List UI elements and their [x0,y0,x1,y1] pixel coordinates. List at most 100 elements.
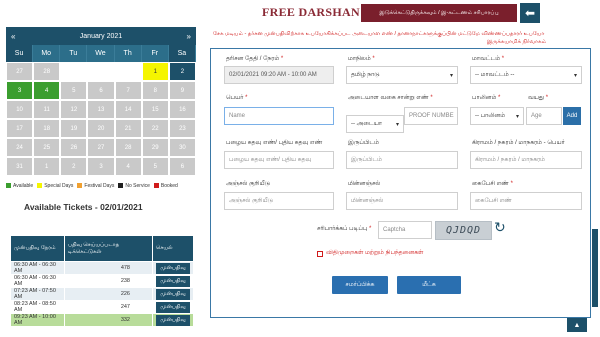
weekday-header: We [87,45,115,62]
calendar-day[interactable]: 15 [141,100,169,119]
calendar-day[interactable]: 1 [141,62,169,81]
calendar-day[interactable]: 4 [114,157,142,176]
terms-label[interactable]: விதிமுறைகள் மற்றும் நிபந்தனைகள் [326,250,423,257]
door-number-label: பழைய கதவு எண்/ புதிய கதவு எண் [226,140,323,146]
calendar-day[interactable]: 9 [168,81,196,100]
calendar-day[interactable]: 27 [6,62,34,81]
calendar-day[interactable]: 30 [168,138,196,157]
calendar-day[interactable]: 13 [87,100,115,119]
mobile-input[interactable]: கைபேசி எண் [470,192,582,210]
add-person-button[interactable]: Add [563,107,581,125]
calendar-day[interactable]: 5 [60,81,88,100]
calendar-day[interactable]: 17 [6,119,34,138]
state-label: மாநிலம் * [348,56,375,62]
captcha-input[interactable]: Captcha [378,221,432,239]
district-select[interactable]: -- மாவட்டம் -- ▾ [470,66,582,84]
calendar-empty-cell [87,62,115,81]
chevron-down-icon: ▾ [515,113,519,120]
calendar-day[interactable]: 5 [141,157,169,176]
notice-line-2: இருக்கயாமிக் நிர்வாகம் [486,39,546,45]
side-tab[interactable] [592,229,598,307]
calendar-next-button[interactable]: » [187,32,191,41]
calendar-day[interactable]: 16 [168,100,196,119]
check-booking-button[interactable]: இடுக்கெட்டுதிருக்கவும் / இ-கட்டணம் சரிபா… [361,4,517,22]
calendar-prev-button[interactable]: « [11,32,15,41]
calendar-day[interactable]: 20 [87,119,115,138]
address-input[interactable]: இருப்பிடம் [346,151,458,169]
calendar-day[interactable]: 28 [33,62,61,81]
calendar-day[interactable]: 1 [33,157,61,176]
calendar-day[interactable]: 6 [87,81,115,100]
legend-label: Festival Days [84,183,115,189]
calendar-day[interactable]: 31 [6,157,34,176]
gender-select[interactable]: -- பாலினம் ▾ [470,107,524,125]
weekday-header: Sa [168,45,196,62]
pincode-input[interactable]: அஞ்சல் குறியீடு [224,192,334,210]
pincode-label: அஞ்சல் குறியீடு [226,181,271,187]
calendar-empty-cell [114,62,142,81]
slot-available-count: 226 [64,287,153,301]
village-input[interactable]: கிராமம் / நகரம் / மாநகரம் [470,151,582,169]
slot-time: 09:23 AM - 10:00 AM [10,313,65,327]
id-type-select[interactable]: -- அடையா ▾ [346,115,404,133]
calendar-day[interactable]: 6 [168,157,196,176]
calendar-day[interactable]: 21 [114,119,142,138]
calendar-day[interactable]: 24 [6,138,34,157]
terms-checkbox[interactable] [317,251,323,257]
weekday-header: Th [114,45,142,62]
calendar-day[interactable]: 19 [60,119,88,138]
slot-action-cell: முன்பதிவு [152,274,194,288]
email-input[interactable]: மின்னஞ்சல் [346,192,458,210]
table-row: 09:23 AM - 10:00 AM 332 முன்பதிவு [10,313,194,327]
calendar-day[interactable]: 29 [141,138,169,157]
calendar-day[interactable]: 3 [6,81,34,100]
book-slot-button[interactable]: முன்பதிவு [156,301,190,313]
reset-button[interactable]: மீட்க [397,276,461,294]
slot-action-cell: முன்பதிவு [152,300,194,314]
table-row: 06:30 AM - 06:30 AM 478 முன்பதிவு [10,261,194,275]
calendar-day[interactable]: 7 [114,81,142,100]
calendar-header: « January 2021 » [6,27,196,45]
state-select[interactable]: தமிழ் நாடு ▾ [346,66,458,84]
door-number-input[interactable]: பழைய கதவு எண்/ புதிய கதவு [224,151,334,169]
book-slot-button[interactable]: முன்பதிவு [156,288,190,300]
calendar-day[interactable]: 2 [60,157,88,176]
email-label: மின்னஞ்சல் [348,181,381,187]
gender-label: பாலினம் * [472,95,501,101]
calendar-day[interactable]: 23 [168,119,196,138]
calendar-day[interactable]: 18 [33,119,61,138]
calendar-grid: Su Mo Tu We Th Fr Sa 27 28 1 2 3 4 5 6 7 8 9 10 11 12 13 14 15 1… [6,45,196,176]
calendar-day[interactable]: 14 [114,100,142,119]
book-slot-button[interactable]: முன்பதிவு [156,314,190,326]
legend-item: Festival Days [77,183,114,189]
calendar-day[interactable]: 10 [6,100,34,119]
date-calendar: « January 2021 » Su Mo Tu We Th Fr Sa 27 28 1 2 3 4 5… [6,27,196,189]
calendar-day[interactable]: 28 [114,138,142,157]
calendar-day[interactable]: 27 [87,138,115,157]
notice-text: சேக மடியம் - தர்சன முன்பதிவிற்காக உபயோகி… [213,30,596,46]
calendar-day[interactable]: 25 [33,138,61,157]
id-proof-input[interactable]: PROOF NUMBE [404,107,458,125]
calendar-day[interactable]: 22 [141,119,169,138]
column-header-action: செயல் [152,235,194,262]
calendar-day[interactable]: 4 [33,81,61,100]
calendar-day[interactable]: 2 [168,62,196,81]
submit-button[interactable]: சமர்ப்பிக்க [332,276,388,294]
chevron-down-icon: ▾ [449,72,453,79]
book-slot-button[interactable]: முன்பதிவு [156,275,190,287]
age-input[interactable]: Age [526,107,562,125]
available-tickets-table: முன்பதிவு நேரம் பதிவு செய்யப்படாத டிக்கெ… [10,235,194,327]
slot-action-cell: முன்பதிவு [152,287,194,301]
book-slot-button[interactable]: முன்பதிவு [156,262,190,274]
back-button[interactable]: ⬅ [520,3,540,23]
name-input[interactable]: Name [224,107,334,125]
refresh-icon[interactable]: ↻ [494,219,506,236]
calendar-day[interactable]: 8 [141,81,169,100]
scroll-top-button[interactable]: ▲ [567,318,587,332]
calendar-day[interactable]: 3 [87,157,115,176]
id-type-label: அடையாள வகை சான்று எண் * [348,95,433,101]
calendar-day[interactable]: 26 [60,138,88,157]
calendar-day[interactable]: 12 [60,100,88,119]
legend-label: Available [13,183,34,189]
calendar-day[interactable]: 11 [33,100,61,119]
